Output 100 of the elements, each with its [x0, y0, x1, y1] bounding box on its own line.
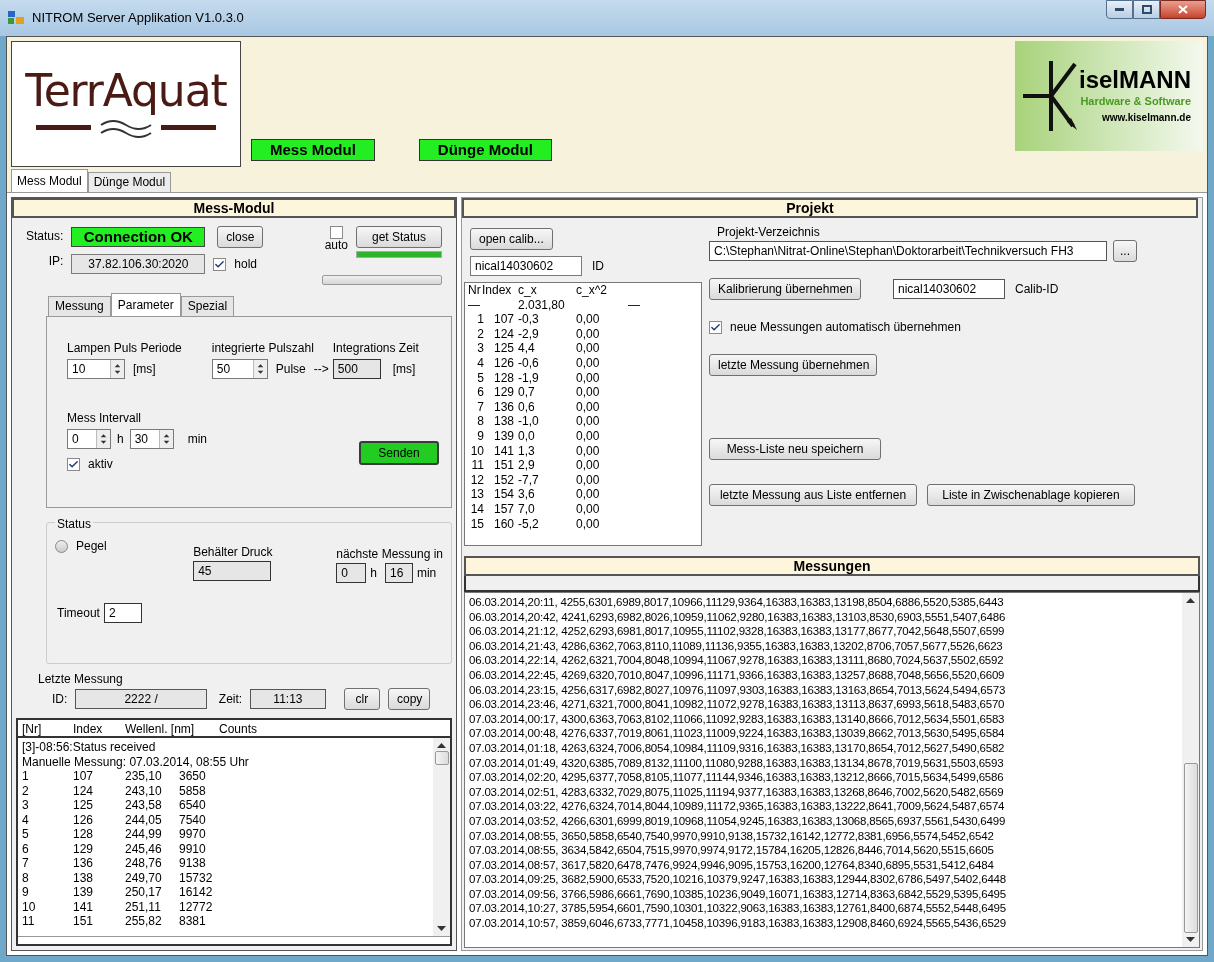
radio-button[interactable]	[55, 539, 68, 553]
table-cell: 0,00	[576, 414, 600, 429]
clear-button[interactable]: clr	[343, 688, 380, 710]
table-cell: 3650	[179, 769, 206, 784]
save-list-button[interactable]: Mess-Liste neu speichern	[709, 438, 881, 460]
scroll-up-icon[interactable]	[437, 742, 446, 748]
table-cell: 5858	[179, 783, 206, 798]
table-cell-text: 136	[492, 399, 514, 415]
apply-calibration-button[interactable]: Kalibrierung übernehmen	[709, 278, 861, 300]
table-cell-text: 0,0	[517, 428, 536, 444]
table-cell-text: 107	[73, 769, 95, 784]
browse-button[interactable]: ...	[1113, 240, 1137, 262]
take-last-measurement-button[interactable]: letzte Messung übernehmen	[709, 354, 877, 376]
label: Timeout	[57, 605, 100, 622]
minutes-field[interactable]: 16	[384, 563, 413, 583]
scroll-down-icon[interactable]	[437, 926, 446, 932]
get-status-button[interactable]: get Status	[356, 226, 442, 248]
app-icon	[8, 11, 24, 25]
table-cell-text: 128	[492, 370, 514, 386]
number-field[interactable]: 30	[129, 429, 174, 449]
ip-field[interactable]: 37.82.106.30:2020	[71, 254, 206, 274]
table-cell-text: 1,3	[517, 443, 536, 459]
unit-label: h	[370, 565, 377, 582]
open-calib-button[interactable]: open calib...	[470, 228, 553, 250]
table-cell-text: 125	[492, 341, 514, 356]
close-connection-button[interactable]: close	[217, 226, 264, 248]
time-field[interactable]: 11:13	[250, 689, 326, 709]
table-cell: 0,00	[576, 458, 600, 473]
maximize-button[interactable]	[1133, 0, 1160, 19]
checkbox[interactable]	[709, 320, 722, 334]
table-cell-text: 14	[469, 501, 484, 517]
minimize-button[interactable]	[1106, 0, 1133, 19]
integration-time-field[interactable]: 500	[332, 359, 381, 379]
copy-list-button[interactable]: Liste in Zwischenablage kopieren	[927, 484, 1135, 506]
table-cell-text: 1	[22, 769, 30, 784]
column-header: [Nr]	[22, 721, 43, 736]
table-cell-text: -7,7	[517, 472, 540, 488]
table-cell-text: 152	[492, 472, 514, 488]
table-cell-text: 2	[22, 783, 30, 798]
spin-arrows-icon[interactable]	[158, 430, 173, 448]
logo-tagline: Hardware & Software	[1080, 94, 1192, 110]
timeout-field[interactable]: 2	[103, 603, 142, 623]
tab[interactable]: Messung	[48, 296, 111, 316]
directory-field[interactable]: C:\Stephan\Nitrat-Online\Stephan\Doktorarbeit\Technikversuch FH3	[709, 241, 1107, 261]
send-button[interactable]: Senden	[359, 441, 439, 465]
number-field[interactable]: 10	[67, 359, 125, 379]
label: Zeit:	[218, 691, 243, 708]
ip-label: IP:	[48, 253, 64, 270]
table-cell-text: 160	[492, 516, 514, 532]
spin-arrows-icon[interactable]	[252, 360, 267, 378]
id-field[interactable]: 2222 /	[75, 689, 207, 709]
label: ID	[592, 258, 604, 275]
scrollbar[interactable]	[1182, 593, 1199, 947]
measurement-line: 07.03.2014,10:27, 3785,5954,6601,7590,10301,10322,9063,16383,16383,12761,8400,6874,5552,5448,6495	[469, 901, 1007, 917]
hours-field[interactable]: 0	[336, 563, 367, 583]
radio-label: Pegel	[76, 538, 107, 555]
number-field[interactable]: 0	[67, 429, 111, 449]
scroll-up-icon[interactable]	[1186, 597, 1195, 603]
scrollbar-thumb[interactable]	[434, 751, 449, 765]
table-cell-text: 157	[492, 501, 514, 517]
number-field[interactable]: 50	[211, 359, 268, 379]
spin-arrows-icon[interactable]	[110, 360, 124, 378]
tab[interactable]: Mess Modul	[11, 169, 88, 192]
remove-measurement-button[interactable]: letzte Messung aus Liste entfernen	[709, 484, 917, 506]
table-cell-text: 3	[476, 341, 484, 356]
label: Mess Intervall	[67, 410, 143, 427]
section-header: Projekt	[462, 198, 1198, 218]
scrollbar-thumb[interactable]	[1183, 763, 1198, 933]
table-cell: 9910	[179, 841, 206, 856]
table-cell-text: 5	[476, 370, 484, 386]
scrollbar[interactable]	[433, 738, 450, 936]
tab[interactable]: Dünge Modul	[87, 172, 172, 192]
measurement-line: 07.03.2014,01:18, 4263,6324,7006,8054,10984,11109,9316,16383,16383,13170,8654,7012,5627,5490,6582	[469, 740, 1006, 756]
table-cell-text: -2,9	[517, 326, 540, 342]
measurement-line: 06.03.2014,21:43, 4286,6362,7063,8110,11089,11136,9355,16383,16383,13202,8706,7057,5677,5526,6623	[469, 638, 1004, 654]
tab[interactable]: Spezial	[180, 296, 235, 316]
table-cell-text: 141	[73, 899, 95, 914]
spin-arrows-icon[interactable]	[96, 430, 110, 448]
table-cell-text: 2,9	[517, 458, 536, 473]
calib-id-field[interactable]: nical14030602	[893, 279, 1005, 299]
unit-label: [ms]	[133, 361, 156, 378]
table-cell: 0,00	[576, 487, 600, 502]
calib-id-field[interactable]: nical14030602	[470, 256, 582, 276]
copy-button[interactable]: copy	[388, 688, 430, 710]
checkbox[interactable]	[67, 457, 80, 471]
table-cell-text: 245,46	[125, 841, 163, 856]
checkbox[interactable]	[213, 257, 227, 271]
measurement-line: 07.03.2014,01:49, 4320,6385,7089,8132,11100,11080,9288,16383,16383,13134,8678,7019,5631,5503,6593	[469, 755, 1005, 771]
checkbox[interactable]	[329, 226, 343, 239]
logo-text: TerrAquat	[25, 67, 227, 115]
measurement-line: 07.03.2014,09:56, 3766,5986,6661,7690,10385,10236,9049,16071,16383,12714,8363,6842,5529,5395,6495	[469, 886, 1007, 902]
table-cell-text: 126	[73, 812, 95, 827]
module-label: Mess Modul	[251, 139, 375, 161]
close-button[interactable]	[1160, 0, 1206, 19]
measurement-line: 07.03.2014,00:17, 4300,6363,7063,8102,11066,11092,9283,16383,16383,13140,8666,7012,5634,5501,6583	[469, 711, 1006, 727]
table-cell-text: -5,2	[517, 516, 540, 532]
pressure-field[interactable]: 45	[193, 561, 272, 581]
section-header: Mess-Modul	[12, 198, 456, 218]
tab[interactable]: Parameter	[110, 293, 181, 316]
scroll-down-icon[interactable]	[1186, 937, 1195, 943]
